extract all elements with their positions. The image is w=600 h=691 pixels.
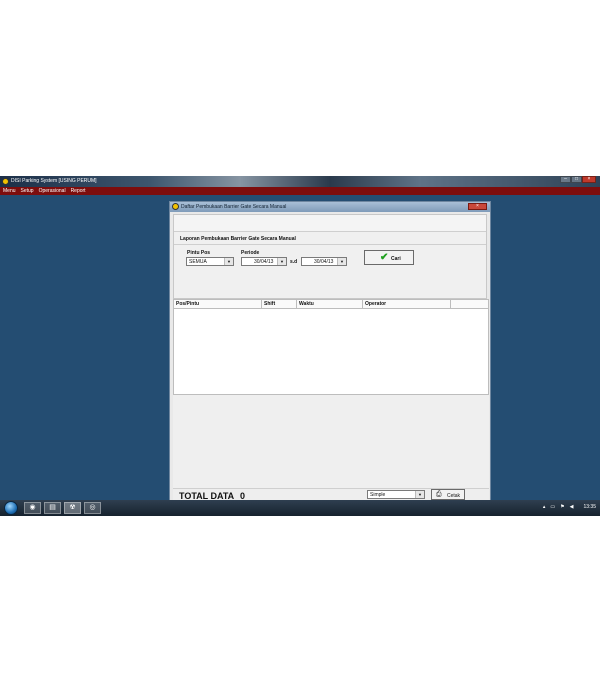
app-icon[interactable]: ☢ [64, 502, 81, 514]
date-to-picker[interactable]: 30/04/13 ▼ [301, 257, 347, 266]
network-icon[interactable]: ▭ [550, 504, 555, 510]
empty-area [173, 395, 489, 488]
window-controls: – □ × [560, 176, 596, 183]
dialog-title-bar[interactable]: Daftar Pembukaan Barrier Gate Secara Man… [170, 202, 490, 212]
app-title: DISI Parking System [USING PERUM] [11, 178, 97, 184]
column-header-waktu[interactable]: Waktu [297, 300, 363, 308]
maximize-button[interactable]: □ [571, 176, 582, 183]
browser-icon[interactable]: ◉ [24, 502, 41, 514]
periode-label: Periode [241, 250, 260, 256]
radiation-app-icon [2, 178, 9, 185]
header-strip [174, 215, 486, 232]
cetak-button[interactable]: ⎙ Cetak [431, 489, 465, 500]
barrier-gate-dialog: Daftar Pembukaan Barrier Gate Secara Man… [169, 201, 491, 503]
menu-item-menu[interactable]: Menu [0, 187, 18, 195]
desktop-screen: DISI Parking System [USING PERUM] – □ × … [0, 176, 600, 516]
taskbar: ◉ ▤ ☢ ◎ ▴ ▭ ⚑ ◀ 13:35 [0, 500, 600, 516]
table-header: Pos/Pintu Shift Waktu Operator [174, 300, 488, 309]
volume-icon[interactable]: ◀ [570, 504, 574, 510]
pintu-pos-label: Pintu Pos [187, 250, 211, 256]
chevron-down-icon: ▼ [277, 258, 286, 265]
sd-label: s.d [290, 259, 298, 265]
menu-bar: Menu Setup Operasional Report [0, 187, 600, 195]
pintu-pos-value: SEMUA [189, 259, 207, 265]
cetak-label: Cetak [447, 493, 461, 499]
date-from-value: 30/04/13 [254, 259, 274, 265]
close-button[interactable]: × [582, 176, 596, 183]
report-title: Laporan Pembukaan Barrier Gate Secara Ma… [180, 236, 296, 242]
start-orb-icon[interactable] [4, 501, 18, 515]
column-header-shift[interactable]: Shift [262, 300, 297, 308]
filter-panel: Laporan Pembukaan Barrier Gate Secara Ma… [173, 214, 487, 299]
tray-arrow-icon[interactable]: ▴ [543, 504, 546, 510]
system-tray: ▴ ▭ ⚑ ◀ 13:35 [538, 504, 596, 510]
checkmark-icon: ✔ [380, 252, 389, 263]
menu-item-operasional[interactable]: Operasional [36, 187, 68, 195]
explorer-icon[interactable]: ▤ [44, 502, 61, 514]
chevron-down-icon: ▼ [224, 258, 233, 265]
chevron-down-icon: ▼ [415, 491, 424, 498]
clock[interactable]: 13:35 [583, 504, 596, 510]
data-table[interactable]: Pos/Pintu Shift Waktu Operator [173, 299, 489, 395]
column-header-operator[interactable]: Operator [363, 300, 451, 308]
dialog-title: Daftar Pembukaan Barrier Gate Secara Man… [181, 204, 287, 210]
report-mode-select[interactable]: Simple ▼ [367, 490, 425, 499]
menu-item-report[interactable]: Report [68, 187, 88, 195]
column-header-pos-pintu[interactable]: Pos/Pintu [174, 300, 262, 308]
pintu-pos-select[interactable]: SEMUA ▼ [186, 257, 234, 266]
dialog-close-button[interactable]: × [468, 203, 487, 210]
divider [174, 244, 486, 245]
column-header-blank [451, 300, 488, 308]
report-mode-value: Simple [370, 492, 386, 498]
date-to-value: 30/04/13 [314, 259, 334, 265]
printer-icon: ⎙ [436, 491, 442, 498]
menu-item-setup[interactable]: Setup [18, 187, 36, 195]
cari-button[interactable]: ✔ Cari [364, 250, 414, 265]
chevron-down-icon: ▼ [337, 258, 346, 265]
date-from-picker[interactable]: 30/04/13 ▼ [241, 257, 287, 266]
radiation-app-icon [172, 203, 179, 210]
minimize-button[interactable]: – [560, 176, 571, 183]
cari-label: Cari [391, 256, 401, 262]
flag-icon[interactable]: ⚑ [560, 504, 564, 510]
media-icon[interactable]: ◎ [84, 502, 101, 514]
app-title-bar[interactable]: DISI Parking System [USING PERUM] – □ × [0, 176, 600, 187]
